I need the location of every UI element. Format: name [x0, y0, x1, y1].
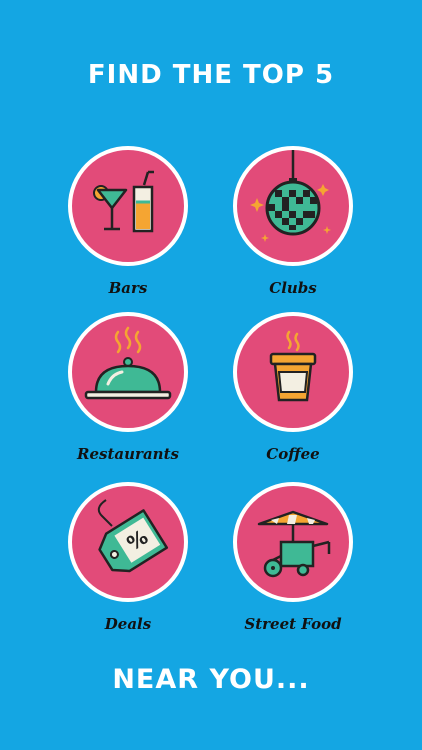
category-coffee[interactable]: Coffee — [218, 312, 368, 463]
discount-tag-icon: % — [97, 499, 169, 573]
category-label: Coffee — [266, 445, 320, 463]
category-label: Bars — [108, 279, 148, 297]
category-restaurants[interactable]: Restaurants — [53, 312, 203, 463]
category-street-food[interactable]: Street Food — [218, 482, 368, 633]
category-circle[interactable] — [68, 146, 188, 266]
category-circle[interactable]: % — [68, 482, 188, 602]
category-circle[interactable] — [233, 146, 353, 266]
category-label: Clubs — [269, 279, 317, 297]
disco-ball-icon — [250, 150, 331, 242]
coffee-cup-icon — [269, 330, 317, 402]
category-label: Street Food — [244, 615, 342, 633]
category-clubs[interactable]: Clubs — [218, 146, 368, 297]
cocktail-icon — [93, 170, 154, 233]
food-cart-icon — [257, 510, 331, 578]
page-title: FIND THE TOP 5 — [87, 60, 335, 90]
category-label: Restaurants — [77, 445, 179, 463]
page-subtitle: NEAR YOU... — [112, 664, 310, 695]
cloche-icon — [84, 326, 172, 400]
category-circle[interactable] — [233, 482, 353, 602]
category-bars[interactable]: Bars — [53, 146, 203, 297]
category-deals[interactable]: % Deals — [53, 482, 203, 633]
category-label: Deals — [104, 615, 152, 633]
category-circle[interactable] — [68, 312, 188, 432]
category-circle[interactable] — [233, 312, 353, 432]
